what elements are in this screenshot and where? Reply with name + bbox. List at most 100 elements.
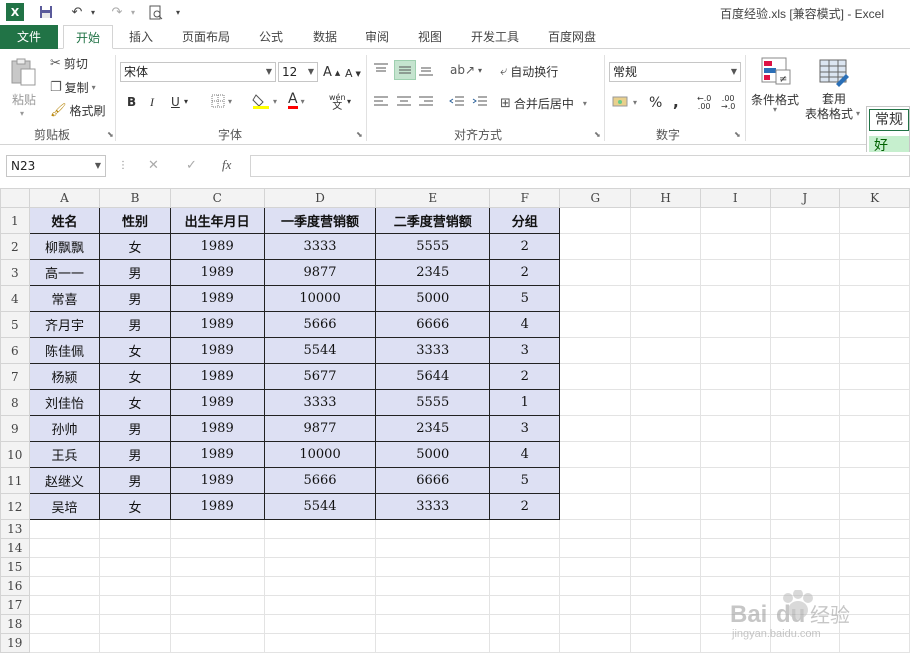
style-normal[interactable]: 常规 [869,109,909,131]
empty-cell[interactable] [630,389,701,416]
row-header[interactable]: 2 [0,233,30,260]
table-cell[interactable]: 男 [99,415,171,442]
table-cell[interactable]: 杨颍 [28,363,101,390]
align-left-icon[interactable] [373,95,389,108]
empty-cell[interactable] [559,595,632,615]
empty-cell[interactable] [630,633,701,653]
empty-cell[interactable] [630,337,701,364]
orientation-icon[interactable]: ab↗ ▾ [450,63,482,77]
table-cell[interactable]: 5555 [375,233,491,260]
empty-cell[interactable] [263,557,377,577]
font-color-icon[interactable]: A ▾ [288,92,305,109]
column-header[interactable]: E [375,188,491,208]
tab-baidu-netdisk[interactable]: 百度网盘 [538,25,606,49]
empty-cell[interactable] [700,493,771,520]
empty-cell[interactable] [559,415,632,442]
cut-button[interactable]: ✂ 剪切 [50,55,88,72]
empty-cell[interactable] [700,441,771,468]
table-cell[interactable]: 男 [99,311,171,338]
row-header[interactable]: 11 [0,467,30,494]
empty-cell[interactable] [559,519,632,539]
empty-cell[interactable] [839,389,910,416]
table-cell[interactable]: 9877 [263,259,377,286]
align-top-icon[interactable] [373,62,389,76]
table-cell[interactable]: 男 [99,441,171,468]
empty-cell[interactable] [489,538,561,558]
empty-cell[interactable] [769,441,841,468]
empty-cell[interactable] [839,337,910,364]
undo-dropdown-icon[interactable]: ▾ [88,3,98,21]
table-cell[interactable]: 5666 [263,311,377,338]
tab-developer[interactable]: 开发工具 [462,25,528,49]
row-header[interactable]: 12 [0,493,30,520]
table-cell[interactable]: 1 [489,389,561,416]
paste-button[interactable]: 粘贴 [12,91,36,108]
table-cell[interactable]: 5644 [375,363,491,390]
row-header[interactable]: 3 [0,259,30,286]
row-header[interactable]: 18 [0,614,30,634]
decrease-decimal-icon[interactable]: .00 →.0 [721,95,735,111]
tab-file[interactable]: 文件 [0,25,58,49]
row-header[interactable]: 16 [0,576,30,596]
decrease-indent-icon[interactable] [449,95,465,108]
empty-cell[interactable] [99,614,171,634]
print-preview-icon[interactable] [146,3,166,21]
table-cell[interactable]: 5 [489,467,561,494]
table-cell[interactable]: 1989 [169,311,265,338]
empty-cell[interactable] [99,538,171,558]
table-cell[interactable]: 3333 [263,233,377,260]
phonetic-icon[interactable]: wén 文 [329,93,346,112]
empty-cell[interactable] [839,557,910,577]
empty-cell[interactable] [839,363,910,390]
table-header-cell[interactable]: 出生年月日 [169,207,265,234]
number-launcher-icon[interactable]: ⬊ [734,130,741,139]
empty-cell[interactable] [559,614,632,634]
table-cell[interactable]: 5000 [375,441,491,468]
row-header[interactable]: 15 [0,557,30,577]
empty-cell[interactable] [700,207,771,234]
empty-cell[interactable] [630,595,701,615]
empty-cell[interactable] [559,493,632,520]
table-cell[interactable]: 5 [489,285,561,312]
table-header-cell[interactable]: 性别 [99,207,171,234]
format-as-table-icon[interactable] [818,56,850,88]
tab-formulas[interactable]: 公式 [248,25,294,49]
enter-icon[interactable]: ✓ [186,158,197,173]
empty-cell[interactable] [630,259,701,286]
table-cell[interactable]: 3333 [375,337,491,364]
empty-cell[interactable] [489,576,561,596]
empty-cell[interactable] [559,441,632,468]
table-cell[interactable]: 10000 [263,441,377,468]
empty-cell[interactable] [839,538,910,558]
empty-cell[interactable] [28,538,101,558]
name-box[interactable]: N23 ▼ [6,155,106,177]
empty-cell[interactable] [375,595,491,615]
table-cell[interactable]: 3333 [375,493,491,520]
empty-cell[interactable] [630,557,701,577]
empty-cell[interactable] [700,467,771,494]
table-cell[interactable]: 男 [99,467,171,494]
empty-cell[interactable] [375,557,491,577]
accounting-format-icon[interactable]: ▾ [612,95,637,109]
empty-cell[interactable] [489,614,561,634]
table-header-cell[interactable]: 姓名 [28,207,101,234]
row-header[interactable]: 17 [0,595,30,615]
column-header[interactable]: B [99,188,171,208]
tab-view[interactable]: 视图 [407,25,453,49]
table-header-cell[interactable]: 二季度营销额 [375,207,491,234]
table-cell[interactable]: 2345 [375,259,491,286]
customize-toolbar-icon[interactable]: ▾ [172,3,184,21]
table-cell[interactable]: 6666 [375,311,491,338]
table-cell[interactable]: 女 [99,493,171,520]
empty-cell[interactable] [559,467,632,494]
empty-cell[interactable] [700,311,771,338]
underline-button[interactable]: U [171,95,180,109]
empty-cell[interactable] [559,233,632,260]
align-bottom-icon[interactable] [418,62,434,76]
empty-cell[interactable] [559,363,632,390]
align-middle-icon[interactable] [394,60,416,80]
empty-cell[interactable] [839,441,910,468]
increase-decimal-icon[interactable]: ←.0.00 [697,95,711,111]
empty-cell[interactable] [700,519,771,539]
underline-dropdown-icon[interactable]: ▾ [184,97,188,106]
